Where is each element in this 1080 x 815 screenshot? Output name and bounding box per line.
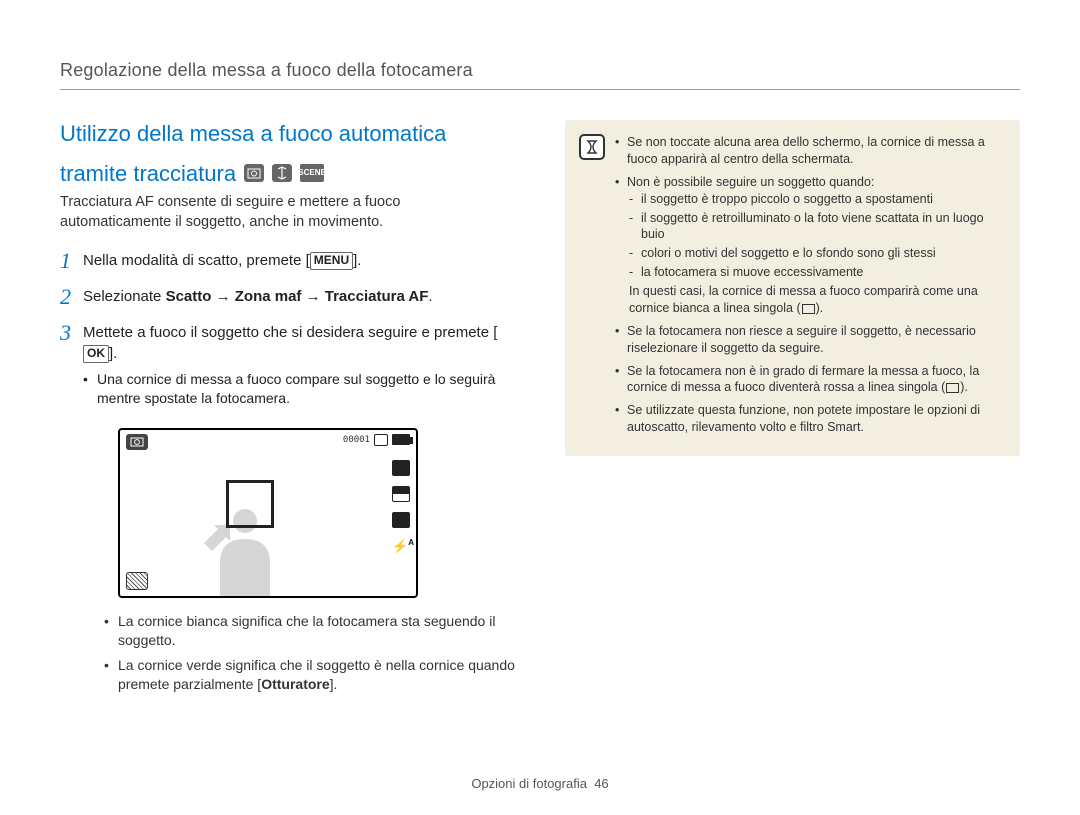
flash-auto-icon: ⚡A — [392, 538, 410, 554]
step-number: 2 — [60, 286, 71, 308]
note-content: Se non toccate alcuna area dello schermo… — [615, 134, 1006, 442]
lcd-counter: 00001 — [343, 435, 370, 445]
left-column: Utilizzo della messa a fuoco automatica … — [60, 120, 515, 699]
step-1: 1 Nella modalità di scatto, premete [MEN… — [60, 250, 515, 272]
af-tracking-frame — [226, 480, 274, 528]
note-item: Se utilizzate questa funzione, non potet… — [615, 402, 1006, 436]
note-item: Se non toccate alcuna area dello schermo… — [615, 134, 1006, 168]
mode-icon-dual — [272, 164, 292, 182]
frame-glyph-icon — [946, 383, 959, 393]
right-column: Se non toccate alcuna area dello schermo… — [565, 120, 1020, 699]
lcd-side-icons: ⚡A — [392, 460, 410, 554]
note-info-icon — [579, 134, 605, 160]
section-heading: Utilizzo della messa a fuoco automatica … — [60, 120, 515, 187]
ok-key-label: OK — [83, 345, 109, 363]
step-3-bullets: Una cornice di messa a fuoco compare sul… — [83, 370, 515, 408]
mode-icon-scene: SCENE — [300, 164, 324, 182]
step-number: 3 — [60, 322, 71, 414]
page-footer: Opzioni di fotografia 46 — [0, 776, 1080, 791]
lcd-status-row: 00001 — [343, 434, 410, 446]
note-sub-item: colori o motivi del soggetto e lo sfondo… — [627, 245, 1006, 262]
heading-line1: Utilizzo della messa a fuoco automatica — [60, 120, 446, 148]
frame-glyph-icon — [802, 304, 815, 314]
note-box: Se non toccate alcuna area dello schermo… — [565, 120, 1020, 456]
bullet-item: La cornice bianca significa che la fotoc… — [104, 612, 515, 650]
step-number: 1 — [60, 250, 71, 272]
intro-text: Tracciatura AF consente di seguire e met… — [60, 193, 515, 232]
footer-section: Opzioni di fotografia — [471, 776, 587, 791]
resolution-icon — [392, 460, 410, 476]
sd-card-icon — [374, 434, 388, 446]
step-2: 2 Selezionate Scatto → Zona maf → Tracci… — [60, 286, 515, 308]
page-header: Regolazione della messa a fuoco della fo… — [60, 60, 1020, 90]
note-sub-item: il soggetto è retroilluminato o la foto … — [627, 210, 1006, 244]
note-item: Se la fotocamera non riesce a seguire il… — [615, 323, 1006, 357]
step-body: Selezionate Scatto → Zona maf → Tracciat… — [83, 286, 433, 308]
shutter-label: Otturatore — [261, 676, 329, 692]
image-stabilize-icon — [126, 572, 148, 590]
quality-icon — [392, 486, 410, 502]
menu-key-label: MENU — [310, 252, 353, 270]
note-sub-item: la fotocamera si muove eccessivamente — [627, 264, 1006, 281]
step-body: Mettete a fuoco il soggetto che si desid… — [83, 322, 515, 414]
camera-lcd-preview: 00001 ⚡A — [118, 428, 418, 598]
bullet-item: Una cornice di messa a fuoco compare sul… — [83, 370, 515, 408]
lcd-mode-icon — [126, 434, 148, 450]
mode-icon-p — [244, 164, 264, 182]
note-sub-item: il soggetto è troppo piccolo o soggetto … — [627, 191, 1006, 208]
content-columns: Utilizzo della messa a fuoco automatica … — [60, 120, 1020, 699]
heading-line2: tramite tracciatura — [60, 160, 236, 188]
step-body: Nella modalità di scatto, premete [MENU]… — [83, 250, 361, 272]
note-item: Non è possibile seguire un soggetto quan… — [615, 174, 1006, 317]
note-item: Se la fotocamera non è in grado di ferma… — [615, 363, 1006, 397]
step-2-bold: Scatto → Zona maf → Tracciatura AF — [166, 288, 429, 305]
footer-page-number: 46 — [594, 776, 608, 791]
post-lcd-bullets: La cornice bianca significa che la fotoc… — [104, 612, 515, 694]
step-3: 3 Mettete a fuoco il soggetto che si des… — [60, 322, 515, 414]
bullet-item: La cornice verde significa che il sogget… — [104, 656, 515, 694]
metering-icon — [392, 512, 410, 528]
battery-icon — [392, 434, 410, 445]
note-tail-text: In questi casi, la cornice di messa a fu… — [627, 283, 1006, 317]
